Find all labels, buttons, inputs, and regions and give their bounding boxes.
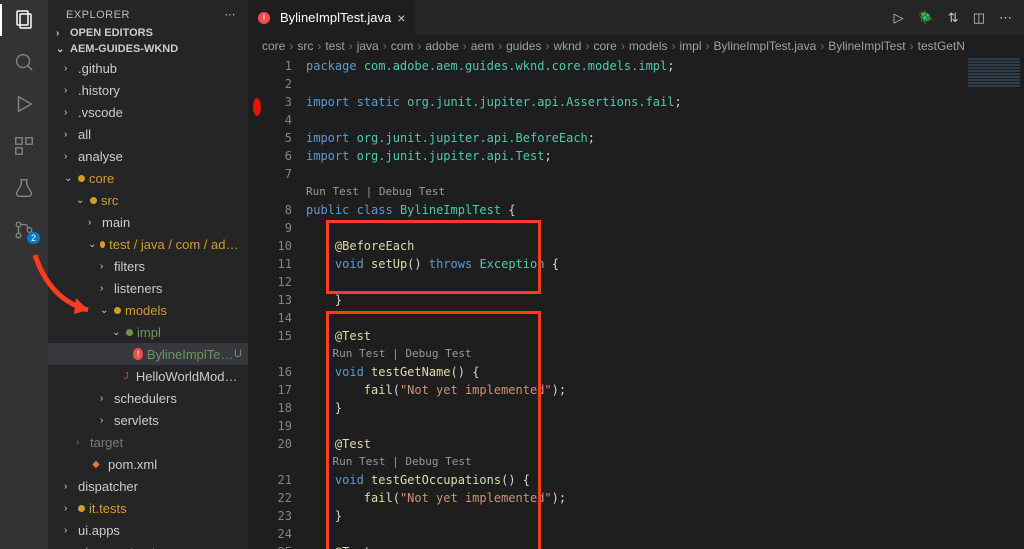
error-icon: ! [133,348,142,360]
file-tree: ›.github›.history›.vscode›all›analyse⌄co… [48,57,248,549]
tab-bylineimpltest[interactable]: ! BylineImplTest.java × [248,0,416,35]
minimap[interactable] [964,57,1024,549]
source-control-icon[interactable]: 2 [12,218,36,242]
breadcrumb-item[interactable]: core [262,39,285,53]
folder-item[interactable]: ›it.tests [48,497,248,519]
file-item[interactable]: !BylineImplTest.javaU [48,343,248,365]
explorer-header: EXPLORER ⋯ [48,0,248,25]
tab-label: BylineImplTest.java [280,10,391,25]
folder-item[interactable]: ›all [48,123,248,145]
explorer-icon[interactable] [12,8,36,32]
codelens[interactable]: Run Test | Debug Test [306,453,1024,471]
folder-item[interactable]: ›schedulers [48,387,248,409]
breadcrumb[interactable]: core›src›test›java›com›adobe›aem›guides›… [248,35,1024,57]
debug-icon[interactable]: 🪲 [918,10,934,26]
breadcrumb-item[interactable]: aem [471,39,494,53]
line-number-gutter: 1234567891011121314151617181920212223242… [266,57,306,549]
breadcrumb-item[interactable]: models [629,39,668,53]
git-status: U [234,348,242,360]
split-editor-icon[interactable]: ◫ [973,10,985,26]
activity-bar: 2 [0,0,48,549]
breadcrumb-item[interactable]: java [357,39,379,53]
run-debug-icon[interactable] [12,92,36,116]
breadcrumb-item[interactable]: src [297,39,313,53]
workspace-header[interactable]: ⌄AEM-GUIDES-WKND [48,41,248,57]
folder-item[interactable]: ›analyse [48,145,248,167]
folder-item[interactable]: ⌄models [48,299,248,321]
folder-item[interactable]: ⌄src [48,189,248,211]
folder-item[interactable]: ›.history [48,79,248,101]
editor-area: ! BylineImplTest.java × ▷ 🪲 ⇅ ◫ ⋯ core›s… [248,0,1024,549]
breadcrumb-item[interactable]: BylineImplTest.java [714,39,817,53]
modified-dot-icon [78,505,85,512]
extensions-icon[interactable] [12,134,36,158]
breadcrumb-item[interactable]: test [325,39,344,53]
breadcrumb-item[interactable]: core [593,39,616,53]
folder-item[interactable]: ›main [48,211,248,233]
tab-bar: ! BylineImplTest.java × ▷ 🪲 ⇅ ◫ ⋯ [248,0,1024,35]
folder-item[interactable]: ›.vscode [48,101,248,123]
more-icon[interactable]: ⋯ [225,8,237,21]
breadcrumb-item[interactable]: impl [680,39,702,53]
code-area[interactable]: 1234567891011121314151617181920212223242… [248,57,1024,549]
breadcrumb-item[interactable]: com [391,39,414,53]
folder-item[interactable]: ›filters [48,255,248,277]
folder-item[interactable]: ⌄test / java / com / adobe / a... [48,233,248,255]
folder-item[interactable]: ⌄core [48,167,248,189]
folder-item[interactable]: ›ui.apps.structure [48,541,248,549]
codelens[interactable]: Run Test | Debug Test [306,345,1024,363]
codelens[interactable]: Run Test | Debug Test [306,183,1024,201]
file-item[interactable]: JHelloWorldModelTest.java [48,365,248,387]
editor-actions: ▷ 🪲 ⇅ ◫ ⋯ [894,0,1024,35]
run-icon[interactable]: ▷ [894,10,904,26]
xml-icon: ◆ [88,456,104,472]
breakpoint-icon[interactable] [253,98,261,116]
folder-item[interactable]: ›dispatcher [48,475,248,497]
more-actions-icon[interactable]: ⋯ [999,10,1012,26]
folder-item[interactable]: ›.github [48,57,248,79]
file-item[interactable]: ◆pom.xml [48,453,248,475]
breadcrumb-item[interactable]: wknd [553,39,581,53]
explorer-sidebar: EXPLORER ⋯ ›OPEN EDITORS ⌄AEM-GUIDES-WKN… [48,0,248,549]
java-icon: J [120,368,131,384]
breadcrumb-item[interactable]: adobe [425,39,458,53]
breakpoint-gutter[interactable] [248,57,266,549]
search-icon[interactable] [12,50,36,74]
folder-item[interactable]: ›target [48,431,248,453]
modified-dot-icon [100,241,106,248]
breadcrumb-item[interactable]: BylineImplTest [828,39,905,53]
modified-dot-icon [90,197,97,204]
scm-badge: 2 [27,232,40,244]
testing-icon[interactable] [12,176,36,200]
folder-item[interactable]: ›servlets [48,409,248,431]
folder-item[interactable]: ›listeners [48,277,248,299]
modified-dot-icon [114,307,121,314]
code-content[interactable]: package com.adobe.aem.guides.wknd.core.m… [306,57,1024,549]
compare-icon[interactable]: ⇅ [948,10,959,26]
folder-item[interactable]: ›ui.apps [48,519,248,541]
open-editors-header[interactable]: ›OPEN EDITORS [48,25,248,41]
untracked-dot-icon [126,329,133,336]
folder-item[interactable]: ⌄impl [48,321,248,343]
close-tab-icon[interactable]: × [397,10,405,26]
breadcrumb-item[interactable]: testGetN [918,39,965,53]
modified-dot-icon [78,175,85,182]
breadcrumb-item[interactable]: guides [506,39,541,53]
error-indicator-icon: ! [258,12,270,24]
explorer-title: EXPLORER [66,9,130,21]
